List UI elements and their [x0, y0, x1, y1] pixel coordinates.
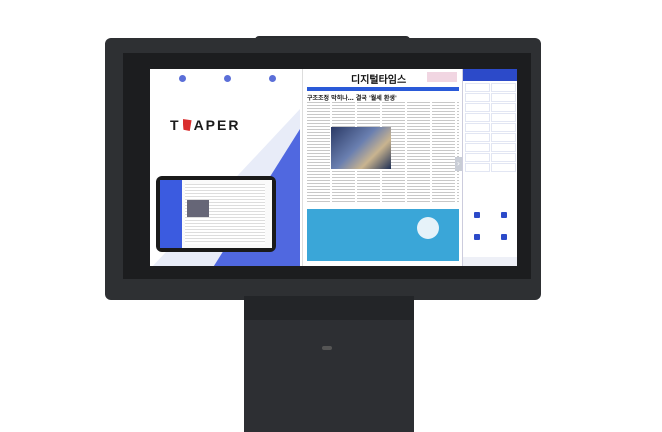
list-icon — [501, 212, 508, 218]
nav-button-2[interactable] — [491, 209, 518, 231]
section-item[interactable] — [465, 153, 490, 162]
grid-icon — [501, 234, 508, 240]
section-item[interactable] — [465, 163, 490, 172]
section-item[interactable] — [491, 153, 516, 162]
nav-button-1[interactable] — [463, 209, 491, 231]
top-icon-1[interactable] — [162, 75, 202, 83]
kiosk-stand-neck — [244, 296, 414, 320]
top-icon-row — [162, 75, 292, 83]
nav-button-grid — [463, 209, 517, 253]
section-item[interactable] — [491, 163, 516, 172]
section-item[interactable] — [465, 123, 490, 132]
tablet-illustration — [156, 176, 276, 252]
section-item[interactable] — [491, 143, 516, 152]
tpaper-logo: T APER — [170, 117, 241, 133]
section-item[interactable] — [491, 103, 516, 112]
logo-flag-icon — [182, 119, 192, 131]
nav-button-4[interactable] — [491, 231, 518, 253]
newspaper-page[interactable]: 디지털타임스 구조조정 막히나… 결국 '월세 환생' — [302, 69, 463, 266]
top-icon-3[interactable] — [252, 75, 292, 83]
ad-badge-icon — [417, 217, 439, 239]
section-item[interactable] — [491, 83, 516, 92]
search-icon — [473, 234, 480, 240]
next-page-button[interactable]: › — [455, 157, 462, 171]
nav-button-3[interactable] — [463, 231, 491, 253]
search-icon — [268, 75, 276, 82]
section-item[interactable] — [491, 123, 516, 132]
top-icon-2[interactable] — [207, 75, 247, 83]
section-item[interactable] — [491, 133, 516, 142]
section-item[interactable] — [465, 113, 490, 122]
section-item[interactable] — [465, 93, 490, 102]
newspaper-title: 디지털타임스 — [351, 75, 407, 86]
layers-icon — [473, 212, 480, 218]
masthead: 디지털타임스 — [307, 71, 457, 86]
masthead-ad-badge — [427, 72, 457, 82]
news-photo — [331, 127, 391, 169]
section-item[interactable] — [491, 93, 516, 102]
section-item[interactable] — [491, 113, 516, 122]
section-item[interactable] — [465, 103, 490, 112]
masthead-bar — [307, 87, 459, 91]
date-header — [463, 69, 517, 81]
newspaper-icon — [223, 75, 231, 82]
section-grid — [463, 81, 517, 174]
home-button[interactable] — [463, 257, 517, 266]
tpaper-intro-panel: T APER — [150, 69, 300, 266]
section-nav — [462, 69, 517, 266]
headline: 구조조정 막히나… 결국 '월세 환생' — [307, 95, 397, 102]
kiosk-screen: T APER 디지털타임스 구조조정 막히나… 결국 '월세 환생' › — [150, 69, 517, 266]
stand-sensor-icon — [322, 346, 332, 350]
section-item[interactable] — [465, 143, 490, 152]
ad-block — [307, 209, 459, 261]
section-item[interactable] — [465, 83, 490, 92]
section-item[interactable] — [465, 133, 490, 142]
user-icon — [178, 75, 186, 82]
